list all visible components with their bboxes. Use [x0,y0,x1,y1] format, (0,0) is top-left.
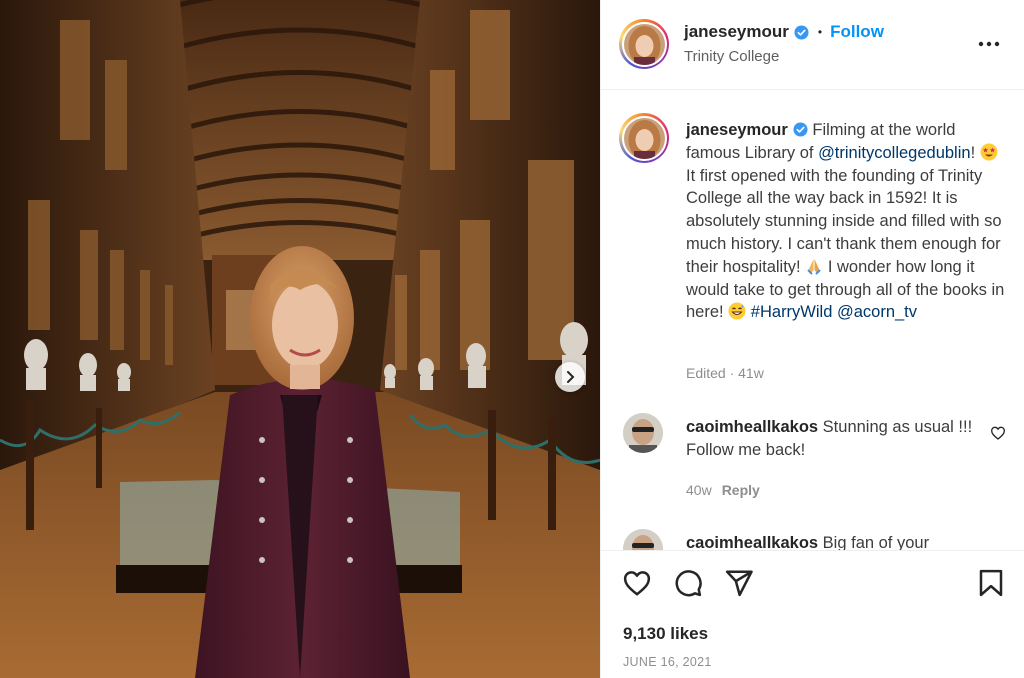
mention-link[interactable]: @trinitycollegedublin [818,144,971,162]
bookmark-icon[interactable] [976,568,1006,598]
chevron-right-icon [567,371,575,383]
commenter-avatar[interactable] [623,529,663,550]
post-actions-bar: 9,130 likes JUNE 16, 2021 [601,550,1024,678]
comment-username[interactable]: caoimheallkakos [686,418,818,436]
caption-text-part: ! [970,143,976,162]
post-caption: janeseymour Filming at the world famous … [686,119,1008,324]
post-photo[interactable] [0,0,600,678]
comment-2: caoimheallkakos Big fan of your [686,532,976,550]
caption-username[interactable]: janeseymour [686,121,788,139]
comment-like-heart-icon[interactable] [990,425,1006,441]
grinning-sweat-emoji-icon [728,302,746,320]
profile-picture [623,117,665,159]
comment-1: caoimheallkakos Stunning as usual !!! Fo… [686,416,976,462]
avatar[interactable] [619,19,669,69]
hashtag-link[interactable]: #HarryWild [751,303,833,321]
post-header: janeseymour • Follow Trinity College [601,0,1024,90]
commenter-avatar[interactable] [623,413,663,453]
mention-link[interactable]: @acorn_tv [837,303,917,321]
verified-badge-icon [793,122,808,137]
verified-badge-icon [794,24,809,40]
paper-plane-icon[interactable] [724,568,754,598]
post-side-panel: janeseymour • Follow Trinity College jan… [600,0,1024,678]
comments-section[interactable]: janeseymour Filming at the world famous … [601,91,1024,550]
folded-hands-emoji-icon [807,258,821,275]
comment-body: Big fan of your [822,534,930,550]
reply-button[interactable]: Reply [722,482,760,498]
caption-edited-time: Edited · 41w [686,365,764,381]
separator-dot: • [817,25,823,39]
post-username[interactable]: janeseymour [684,22,789,42]
comment-username[interactable]: caoimheallkakos [686,534,818,550]
post-date: JUNE 16, 2021 [623,655,712,669]
comment-meta: 40w Reply [686,482,760,498]
likes-count[interactable]: 9,130 likes [623,624,708,644]
caption-avatar[interactable] [619,113,669,163]
comment-bubble-icon[interactable] [673,568,703,598]
profile-picture [623,23,665,65]
header-user-line: janeseymour • Follow [684,22,884,42]
carousel-next-button[interactable] [555,362,585,392]
heart-icon[interactable] [622,568,652,598]
comment-time: 40w [686,482,712,498]
more-options-icon[interactable] [977,38,1001,50]
follow-button[interactable]: Follow [830,22,884,42]
library-photo-illustration [0,0,600,678]
post-location[interactable]: Trinity College [684,48,779,65]
star-struck-emoji-icon [980,143,998,161]
